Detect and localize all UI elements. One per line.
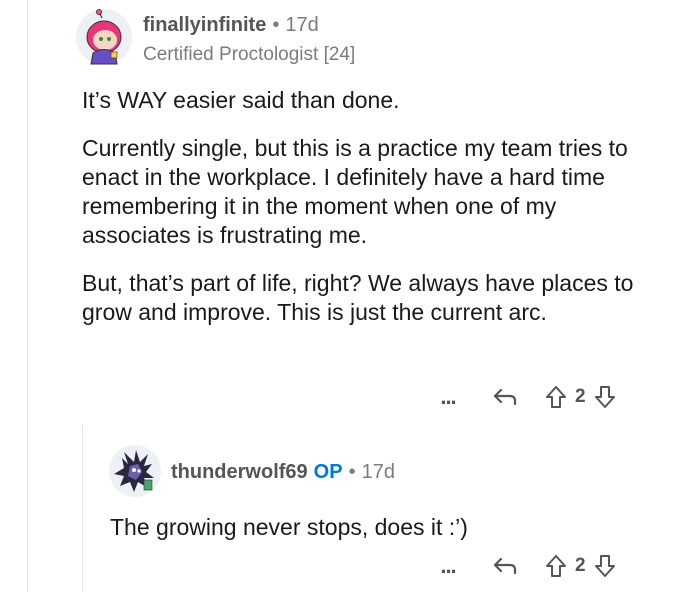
more-options-button[interactable]: ... bbox=[433, 555, 463, 577]
reply-actions: ... 2 bbox=[433, 552, 616, 580]
comment-body: It’s WAY easier said than done. Currentl… bbox=[82, 86, 642, 346]
comment-header: finallyinfinite • 17d bbox=[143, 14, 319, 37]
user-avatar-icon[interactable] bbox=[75, 8, 133, 66]
upvote-icon[interactable] bbox=[545, 554, 567, 578]
vote-score: 2 bbox=[575, 555, 586, 576]
more-options-button[interactable]: ... bbox=[433, 386, 463, 408]
reply-thread-line[interactable] bbox=[82, 425, 83, 592]
reply-author[interactable]: thunderwolf69 bbox=[171, 461, 308, 483]
reply-user-avatar-icon[interactable] bbox=[108, 444, 162, 498]
meta-separator: • bbox=[272, 14, 280, 36]
reply-icon[interactable] bbox=[491, 385, 519, 409]
comment-paragraph: It’s WAY easier said than done. bbox=[82, 87, 400, 113]
reply-body: The growing never stops, does it :’) bbox=[110, 514, 468, 540]
comment-timestamp[interactable]: 17d bbox=[285, 14, 318, 36]
meta-separator: • bbox=[348, 461, 356, 483]
comment-paragraph: But, that’s part of life, right? We alwa… bbox=[82, 270, 634, 325]
comment-author[interactable]: finallyinfinite bbox=[143, 14, 266, 36]
downvote-icon[interactable] bbox=[594, 554, 616, 578]
upvote-icon[interactable] bbox=[545, 385, 567, 409]
user-flair: Certified Proctologist [24] bbox=[143, 44, 356, 65]
comment-actions: ... 2 bbox=[433, 383, 616, 411]
thread-line[interactable] bbox=[27, 0, 28, 592]
reply-timestamp[interactable]: 17d bbox=[362, 461, 395, 483]
reply-header: thunderwolf69 OP • 17d bbox=[171, 461, 395, 484]
comment-paragraph: Currently single, but this is a practice… bbox=[82, 135, 628, 248]
op-badge: OP bbox=[313, 461, 343, 483]
downvote-icon[interactable] bbox=[594, 385, 616, 409]
vote-score: 2 bbox=[575, 386, 586, 407]
reply-icon[interactable] bbox=[491, 554, 519, 578]
